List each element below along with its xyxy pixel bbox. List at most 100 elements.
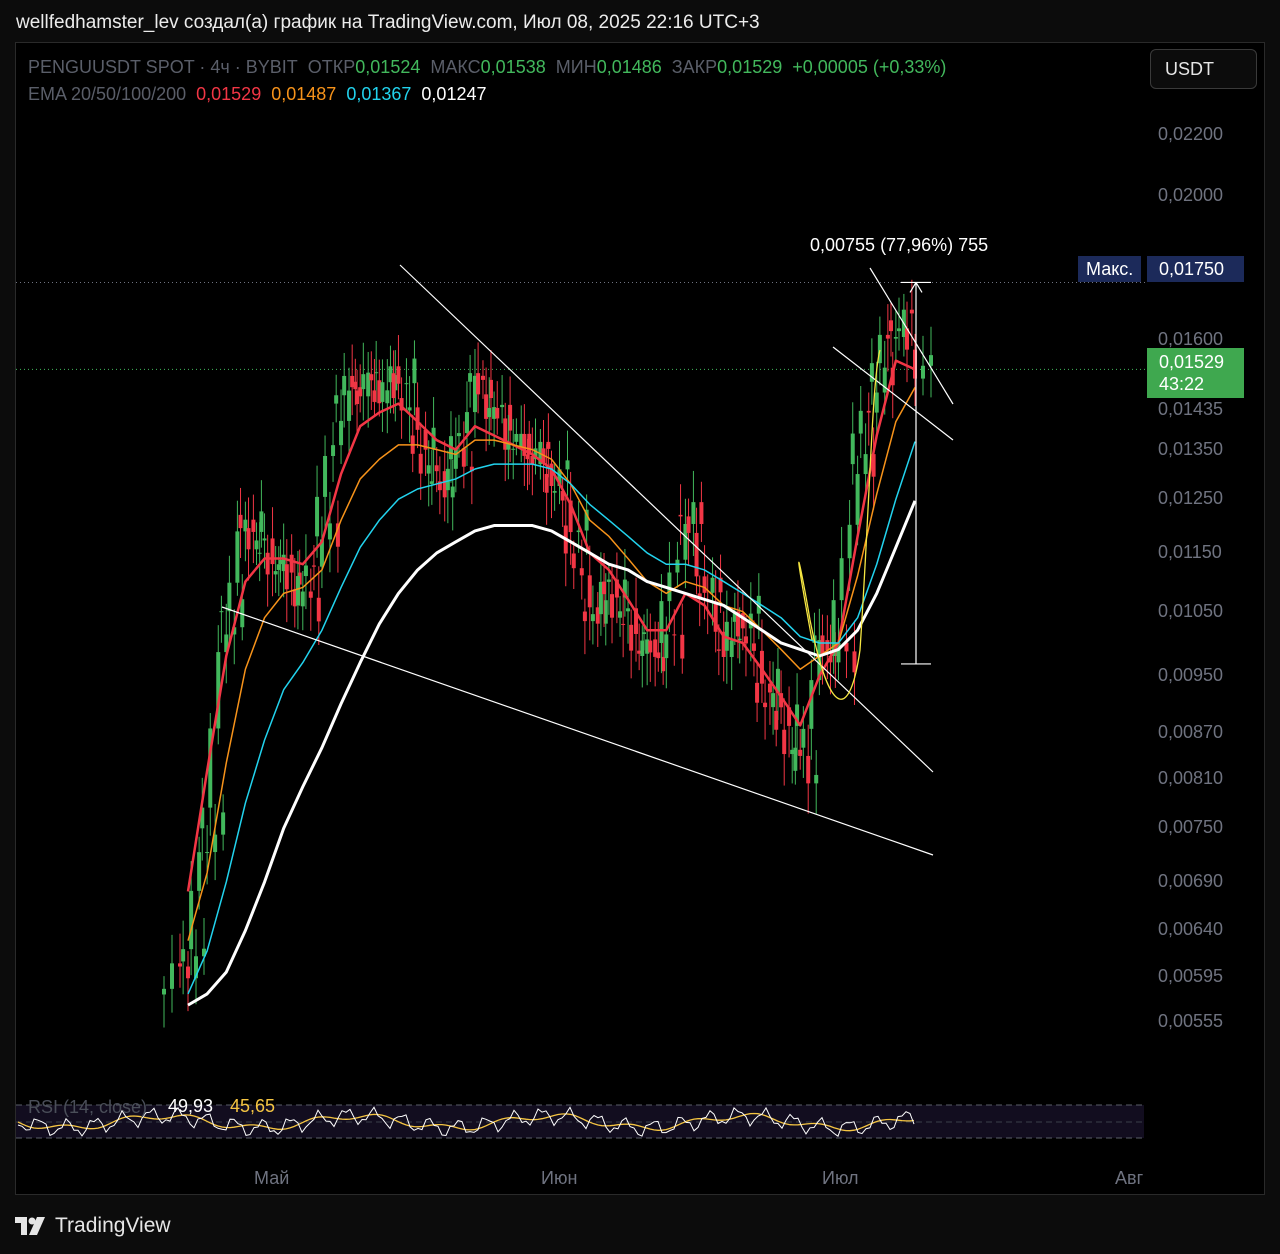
candle-body: [678, 514, 683, 517]
candle-body: [323, 455, 328, 497]
low-label: МИН: [555, 57, 597, 77]
candle-body: [461, 448, 466, 467]
currency-button[interactable]: USDT: [1150, 49, 1257, 89]
high-label: МАКС: [430, 57, 481, 77]
candle-body: [308, 591, 313, 598]
max-tag-value: 0,01750: [1147, 256, 1244, 282]
candle-body: [238, 514, 243, 529]
candle-body: [629, 624, 634, 651]
candle-body: [514, 433, 519, 442]
tradingview-brand: TradingView: [55, 1214, 171, 1237]
candle-body: [170, 963, 174, 989]
time-axis-label: Июл: [822, 1168, 859, 1188]
price-axis-label: 0,00690: [1158, 871, 1224, 892]
candle-body: [396, 366, 401, 384]
price-axis-label: 0,00950: [1158, 665, 1224, 686]
close-value: 0,01529: [717, 57, 783, 77]
measure-label: 0,00755 (77,96%) 755: [810, 235, 989, 255]
candle-body: [257, 552, 262, 554]
candle-body: [710, 577, 715, 593]
candle-body: [315, 496, 320, 537]
tradingview-logo[interactable]: TradingView: [15, 1214, 171, 1238]
candle-body: [863, 454, 868, 475]
candle-body: [866, 410, 871, 413]
price-chart[interactable]: [0, 0, 1280, 1254]
price-axis-label: 0,02000: [1158, 185, 1224, 206]
candle-body: [602, 581, 607, 595]
candle-body: [855, 474, 860, 525]
candle-body: [893, 337, 898, 339]
symbol-label[interactable]: PENGUUSDT SPOT · 4ч · BYBIT: [28, 57, 298, 77]
candle-body: [850, 433, 855, 465]
candle-body: [276, 564, 281, 570]
candle-body: [331, 445, 336, 456]
candle-body: [511, 448, 516, 450]
candle-body: [621, 623, 626, 625]
price-axis-label: 0,01150: [1158, 541, 1222, 562]
candle-body: [369, 374, 374, 381]
candle-body: [284, 564, 289, 590]
candle-body: [251, 519, 256, 532]
candle-body: [672, 634, 677, 636]
price-axis-label: 0,00870: [1158, 721, 1224, 742]
candle-body: [664, 634, 669, 659]
candle-body: [921, 365, 925, 379]
candle-body: [751, 643, 756, 651]
ema-legend: EMA 20/50/100/200 0,01529 0,01487 0,0136…: [28, 84, 487, 105]
candle-body: [303, 565, 308, 577]
price-axis-label: 0,00640: [1158, 919, 1224, 940]
candle-body: [729, 640, 734, 658]
price-axis-label: 0,02200: [1158, 124, 1224, 144]
candle-body: [814, 774, 819, 784]
candle-body: [806, 755, 811, 784]
candle-body: [339, 420, 344, 446]
price-axis-label: 0,00810: [1158, 767, 1224, 788]
candle-body: [699, 502, 704, 525]
candle-body: [587, 575, 592, 608]
candle-body: [885, 334, 890, 339]
ema100-line: [187, 441, 916, 995]
ema-label[interactable]: EMA 20/50/100/200: [28, 84, 186, 104]
candle-body: [909, 309, 914, 314]
price-axis-label: 0,00750: [1158, 817, 1224, 838]
last-price-tag: 0,01529 43:22: [1147, 348, 1244, 398]
candle-body: [656, 652, 661, 659]
candle-body: [897, 328, 901, 332]
price-axis-label: 0,01350: [1158, 438, 1224, 459]
candle-body: [289, 554, 294, 573]
candle-body: [273, 571, 278, 575]
candle-body: [771, 693, 776, 708]
candle-body: [380, 382, 385, 402]
candle-body: [571, 553, 576, 569]
rsi-value: 49,93: [168, 1096, 214, 1116]
candle-body: [412, 358, 417, 384]
candle-body: [847, 524, 852, 559]
candle-body: [316, 597, 321, 622]
candle-body: [254, 540, 259, 550]
candle-body: [476, 373, 481, 395]
candle-body: [456, 433, 461, 437]
candle-body: [246, 528, 251, 550]
candle-body: [500, 404, 505, 408]
candle-body: [565, 460, 570, 470]
change-value: +0,00005 (+0,33%): [792, 57, 947, 77]
candle-body: [801, 728, 806, 748]
price-axis-label: 0,01050: [1158, 600, 1224, 621]
candle-body: [429, 481, 434, 484]
candle-body: [793, 747, 798, 771]
candle-body: [480, 375, 485, 380]
rsi-label[interactable]: RSI (14, close): [28, 1097, 147, 1118]
candle-body: [702, 576, 707, 593]
candle-body: [809, 680, 814, 729]
price-axis-label: 0,01435: [1158, 399, 1224, 420]
candle-body: [434, 465, 439, 472]
close-label: ЗАКР: [671, 57, 718, 77]
open-value: 0,01524: [355, 57, 421, 77]
candle-body: [391, 373, 396, 399]
candle-body: [178, 963, 182, 967]
candle-body: [327, 523, 332, 540]
candle-body: [418, 453, 423, 474]
candle-body: [347, 390, 352, 421]
ohlc-legend: PENGUUSDT SPOT · 4ч · BYBIT ОТКР0,01524 …: [28, 57, 946, 78]
candle-body: [342, 375, 347, 396]
